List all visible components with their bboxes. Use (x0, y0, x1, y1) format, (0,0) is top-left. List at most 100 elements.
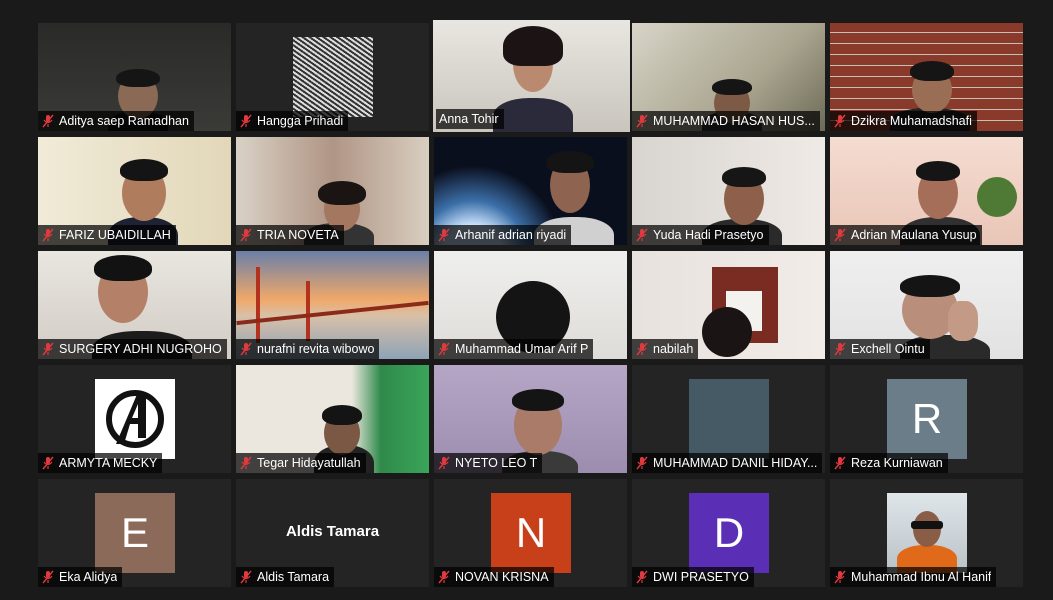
participant-name-label: nurafni revita wibowo (236, 339, 380, 359)
participant-name: MUHAMMAD HASAN HUS... (653, 114, 815, 128)
participant-tile[interactable]: MUHAMMAD HASAN HUS... (632, 23, 825, 131)
participant-tile[interactable]: Muhammad Ibnu Al Hanif (830, 479, 1023, 587)
participant-name: nabilah (653, 342, 694, 356)
plant-image (977, 177, 1017, 217)
mic-muted-icon (834, 228, 846, 242)
participant-tile[interactable]: Hangga Prihadi (236, 23, 429, 131)
mic-muted-icon (636, 570, 648, 584)
mic-muted-icon (42, 342, 54, 356)
participant-name: Reza Kurniawan (851, 456, 943, 470)
participant-name-label: SURGERY ADHI NUGROHO (38, 339, 227, 359)
participant-tile[interactable]: Aldis Tamara Aldis Tamara (236, 479, 429, 587)
participant-name: nurafni revita wibowo (257, 342, 375, 356)
mic-muted-icon (834, 342, 846, 356)
participant-name: Arhanif adrian riyadi (455, 228, 567, 242)
mic-muted-icon (42, 228, 54, 242)
mic-muted-icon (240, 342, 252, 356)
participant-tile[interactable]: N NOVAN KRISNA (434, 479, 627, 587)
participant-tile[interactable]: D DWI PRASETYO (632, 479, 825, 587)
avatar: D (689, 493, 769, 573)
mic-muted-icon (42, 114, 54, 128)
participant-name-label: Yuda Hadi Prasetyo (632, 225, 769, 245)
participant-name-label: TRIA NOVETA (236, 225, 344, 245)
participant-name-label: Adrian Maulana Yusup (830, 225, 982, 245)
participant-tile[interactable]: Arhanif adrian riyadi (434, 137, 627, 245)
participant-tile[interactable]: Yuda Hadi Prasetyo (632, 137, 825, 245)
participant-tile[interactable]: Dzikra Muhamadshafi (830, 23, 1023, 131)
participant-tile[interactable]: nabilah (632, 251, 825, 359)
participant-name-label: Aditya saep Ramadhan (38, 111, 194, 131)
avengers-logo-icon (106, 390, 164, 448)
participant-name: SURGERY ADHI NUGROHO (59, 342, 222, 356)
participant-name: Muhammad Umar Arif P (455, 342, 589, 356)
mic-muted-icon (438, 342, 450, 356)
participant-name: FARIZ UBAIDILLAH (59, 228, 171, 242)
participant-name-label: NYETO LEO T (434, 453, 543, 473)
participant-tile[interactable]: TRIA NOVETA (236, 137, 429, 245)
participant-name-label: Muhammad Umar Arif P (434, 339, 594, 359)
avatar: N (491, 493, 571, 573)
participant-tile[interactable]: MUHAMMAD DANIL HIDAY... (632, 365, 825, 473)
mic-muted-icon (240, 456, 252, 470)
participant-name-label: MUHAMMAD DANIL HIDAY... (632, 453, 823, 473)
avatar-initial: D (713, 509, 745, 556)
avatar (689, 379, 769, 459)
mic-muted-icon (42, 570, 54, 584)
participant-name-label: NOVAN KRISNA (434, 567, 554, 587)
participant-tile[interactable]: Aditya saep Ramadhan (38, 23, 231, 131)
mic-muted-icon (240, 228, 252, 242)
participant-tile[interactable]: Exchell Ointu (830, 251, 1023, 359)
mic-muted-icon (636, 456, 648, 470)
mic-muted-icon (636, 114, 648, 128)
avatar-initial: R (911, 395, 943, 442)
participant-tile[interactable]: nurafni revita wibowo (236, 251, 429, 359)
active-speaker-tile[interactable]: Anna Tohir (433, 20, 630, 132)
mic-muted-icon (438, 456, 450, 470)
participant-name: DWI PRASETYO (653, 570, 749, 584)
mic-muted-icon (834, 456, 846, 470)
participant-name: Aldis Tamara (257, 570, 330, 584)
mic-muted-icon (240, 570, 252, 584)
participant-name-label: Eka Alidya (38, 567, 123, 587)
participant-tile[interactable]: ARMYTA MECKY (38, 365, 231, 473)
participant-name-label: Dzikra Muhamadshafi (830, 111, 977, 131)
participant-name-label: Anna Tohir (436, 109, 504, 129)
participant-name-label: Exchell Ointu (830, 339, 930, 359)
participant-name-label: Arhanif adrian riyadi (434, 225, 572, 245)
participant-name-label: ARMYTA MECKY (38, 453, 163, 473)
participant-tile[interactable]: FARIZ UBAIDILLAH (38, 137, 231, 245)
participant-name: Hangga Prihadi (257, 114, 344, 128)
participant-name: ARMYTA MECKY (59, 456, 158, 470)
participant-name-label: MUHAMMAD HASAN HUS... (632, 111, 820, 131)
participant-name: NOVAN KRISNA (455, 570, 549, 584)
profile-photo (887, 493, 967, 573)
participant-tile[interactable]: NYETO LEO T (434, 365, 627, 473)
participant-tile[interactable]: SURGERY ADHI NUGROHO (38, 251, 231, 359)
mic-muted-icon (240, 114, 252, 128)
artwork-image (293, 37, 373, 117)
participant-tile[interactable]: E Eka Alidya (38, 479, 231, 587)
participant-name: Anna Tohir (439, 112, 499, 126)
participant-name: Eka Alidya (59, 570, 118, 584)
participant-name: Yuda Hadi Prasetyo (653, 228, 764, 242)
mic-muted-icon (636, 342, 648, 356)
participant-name: NYETO LEO T (455, 456, 538, 470)
avatar: R (887, 379, 967, 459)
avatar: E (95, 493, 175, 573)
participant-tile[interactable]: Tegar Hidayatullah (236, 365, 429, 473)
participant-name-label: Reza Kurniawan (830, 453, 948, 473)
mic-muted-icon (42, 456, 54, 470)
avatar-initial: N (515, 509, 547, 556)
participant-name: Tegar Hidayatullah (257, 456, 361, 470)
participant-tile[interactable]: Adrian Maulana Yusup (830, 137, 1023, 245)
participant-name: Exchell Ointu (851, 342, 925, 356)
participant-name-label: Aldis Tamara (236, 567, 335, 587)
participant-name-label: Muhammad Ibnu Al Hanif (830, 567, 997, 587)
participant-name: Aditya saep Ramadhan (59, 114, 189, 128)
avengers-logo-image (95, 379, 175, 459)
avatar-initial: E (120, 509, 149, 556)
participant-tile[interactable]: R Reza Kurniawan (830, 365, 1023, 473)
participant-tile[interactable]: Muhammad Umar Arif P (434, 251, 627, 359)
mic-muted-icon (438, 570, 450, 584)
participant-display-name: Aldis Tamara (285, 523, 380, 540)
